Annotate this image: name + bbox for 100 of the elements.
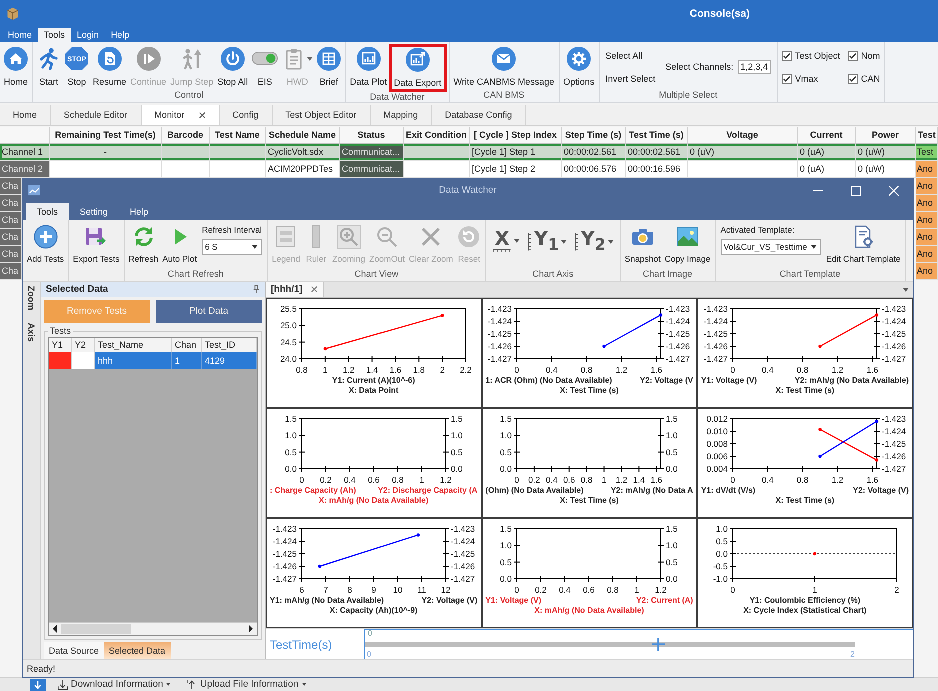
axis-menu-button[interactable]: Y$_{1}$	[524, 223, 572, 255]
menu-tab[interactable]: Tools	[26, 203, 70, 220]
command-link[interactable]: Select All	[606, 50, 656, 60]
play-icon	[136, 46, 161, 70]
menu-tab[interactable]: Help	[119, 203, 160, 220]
side-tab[interactable]: Zoom	[26, 286, 36, 310]
toolbar-button[interactable]: Stop All	[216, 44, 250, 88]
tick-label: -1.423	[666, 304, 691, 314]
tick-label: -1.425	[450, 549, 475, 559]
side-tab[interactable]: Axis	[26, 322, 36, 342]
channel-cell[interactable]: Cha	[0, 212, 22, 229]
y-axis	[298, 308, 306, 360]
scrollbar-thumb[interactable]	[61, 624, 131, 634]
chart-tab[interactable]: [hhh/1]	[266, 282, 324, 297]
toolbar-button[interactable]: Write CANBMS Message	[452, 44, 557, 88]
tick-label: -1.425	[882, 439, 906, 449]
toolbar-button[interactable]: Resume	[91, 44, 129, 88]
column-header[interactable]: Voltage	[688, 127, 798, 144]
channel-cell[interactable]: Cha	[0, 263, 22, 280]
toolbar-button[interactable]	[30, 678, 46, 690]
document-tab[interactable]: Monitor	[142, 105, 220, 125]
toolbar-button[interactable]: Auto Plot	[160, 223, 200, 264]
group-label: Data Watcher	[369, 92, 426, 103]
data-point	[876, 314, 879, 317]
column-header[interactable]: Test Time (s)	[626, 127, 688, 144]
table-cell: 00:00:02.561	[562, 144, 626, 161]
channel-cell[interactable]: Cha	[0, 178, 22, 195]
column-header[interactable]: Test	[916, 127, 938, 144]
dropdown-field[interactable]: Vol&Cur_VS_Testtime	[720, 239, 822, 255]
checkbox[interactable]	[782, 74, 792, 84]
column-header[interactable]: Current	[798, 127, 856, 144]
power-icon	[220, 46, 245, 70]
toolbar-button[interactable]: Snapshot	[622, 223, 663, 264]
toolbar-button[interactable]: Export Tests	[71, 223, 122, 264]
grid-row[interactable]: hhh 1 4129	[49, 352, 257, 369]
command-link[interactable]: Invert Select	[606, 74, 656, 84]
toolbar-button[interactable]: Data Export	[389, 44, 447, 92]
menu-tab[interactable]: Tools	[38, 28, 72, 42]
y-axis	[514, 418, 521, 470]
checkbox[interactable]	[848, 50, 858, 60]
channel-cell[interactable]: Cha	[0, 246, 22, 263]
menu-tab[interactable]: Help	[105, 28, 136, 42]
close-icon	[310, 286, 318, 293]
channels-input[interactable]: 1,2,3,4	[738, 60, 772, 74]
channel-cell[interactable]: Channel 1	[0, 144, 50, 161]
channel-cell[interactable]: Cha	[0, 229, 22, 246]
menu-tab[interactable]: Login	[71, 28, 106, 42]
y2-axis	[658, 308, 665, 360]
maximize-icon	[851, 186, 861, 196]
toolbar-button[interactable]: Edit Chart Template	[824, 223, 903, 264]
column-header[interactable]: Status	[340, 127, 404, 144]
y-axis	[730, 528, 737, 580]
column-header[interactable]: Remaining Test Time(s)	[50, 127, 162, 144]
toolbar-button[interactable]: Copy Image	[662, 223, 713, 264]
tick-label: 24.0	[280, 354, 297, 364]
column-header[interactable]: Barcode	[162, 127, 210, 144]
toolbar-button[interactable]: Home	[2, 44, 30, 88]
tick-label: -0.5	[714, 562, 728, 572]
pin-icon[interactable]	[253, 285, 260, 294]
column-header[interactable]: Power	[856, 127, 916, 144]
menu-tab[interactable]: Home	[2, 28, 38, 42]
dropdown-field[interactable]: 6 S	[202, 239, 262, 255]
y2-axis	[442, 528, 450, 580]
panel-tab[interactable]: Selected Data	[104, 642, 171, 659]
tick-label: 1.2	[832, 365, 844, 375]
horizontal-scrollbar[interactable]	[49, 622, 257, 635]
channel-cell[interactable]: Channel 2	[0, 161, 50, 178]
toolbar-button[interactable]: Data Plot	[348, 44, 390, 88]
slider-thumb[interactable]	[652, 638, 665, 651]
column-header[interactable]: Exit Condition	[404, 127, 470, 144]
toolbar-button[interactable]: EIS	[250, 44, 280, 88]
toolbar-button[interactable]: Start	[35, 44, 64, 88]
menu-button[interactable]: Upload File Information	[183, 679, 311, 690]
group-label: CAN BMS	[482, 90, 526, 102]
menu-tab[interactable]: Setting	[69, 203, 120, 220]
toolbar-button[interactable]: Options	[562, 44, 597, 88]
checkbox[interactable]	[782, 50, 792, 60]
column-header[interactable]: Test Name	[210, 127, 266, 144]
data-point	[876, 458, 879, 462]
tick-label: 0.6	[584, 585, 596, 595]
caret-icon[interactable]	[903, 288, 909, 292]
column-header[interactable]: Step Time (s)	[562, 127, 626, 144]
checkbox[interactable]	[848, 74, 858, 84]
panel-button[interactable]: Plot Data	[156, 300, 262, 323]
column-header[interactable]: Schedule Name	[266, 127, 340, 144]
column-header[interactable]: [ Cycle ] Step Index	[470, 127, 562, 144]
tick-label: 0.2	[536, 585, 548, 595]
tick-label: -1.423	[272, 524, 297, 534]
panel-tab[interactable]: Data Source	[44, 642, 104, 659]
table-cell: 0 (uA)	[798, 144, 856, 161]
axis-menu-button[interactable]: Y$_{2}$	[571, 223, 618, 255]
axis-menu-button[interactable]: X	[488, 223, 524, 253]
toolbar-button[interactable]: Brief	[315, 44, 344, 88]
tick-label: 1.2	[440, 475, 452, 485]
tick-label: 1	[419, 475, 424, 485]
menu-button[interactable]: Download Information	[54, 679, 176, 690]
channel-cell[interactable]: Cha	[0, 195, 22, 212]
toolbar-button[interactable]: Refresh	[126, 223, 161, 264]
axis-title: X: Capacity (Ah)(10^-9)	[330, 606, 418, 615]
toolbar-button[interactable]: Add Tests	[25, 223, 66, 264]
